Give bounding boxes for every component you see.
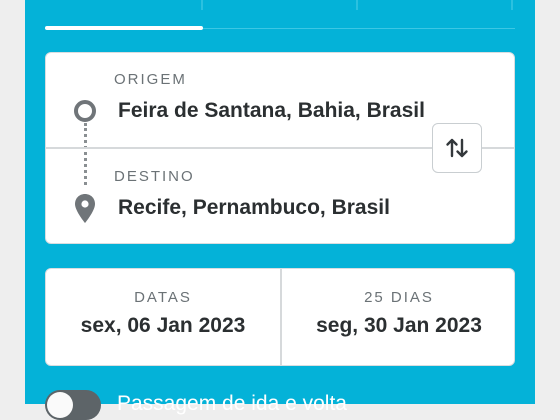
route-card: ORIGEM Feira de Santana, Bahia, Brasil D… <box>45 52 515 244</box>
circle-icon <box>74 100 96 122</box>
destination-field[interactable]: Recife, Pernambuco, Brasil <box>118 196 390 220</box>
tab-bar <box>45 0 515 30</box>
return-date-value: seg, 30 Jan 2023 <box>316 314 482 337</box>
depart-date-label: DATAS <box>134 289 192 306</box>
origin-label: ORIGEM <box>114 71 187 88</box>
swap-button[interactable] <box>432 123 482 173</box>
trip-duration-label: 25 DIAS <box>364 289 434 306</box>
route-dotted-line <box>84 123 87 185</box>
search-panel: ORIGEM Feira de Santana, Bahia, Brasil D… <box>25 0 535 420</box>
active-tab-indicator[interactable] <box>45 26 203 30</box>
depart-date-value: sex, 06 Jan 2023 <box>80 314 246 337</box>
swap-vertical-icon <box>446 138 468 158</box>
toggle-knob <box>47 392 73 418</box>
destination-label: DESTINO <box>114 168 195 185</box>
round-trip-toggle[interactable] <box>45 390 101 420</box>
tab-separator <box>201 0 203 10</box>
return-date-field[interactable]: 25 DIAS seg, 30 Jan 2023 <box>282 269 516 365</box>
dates-card: DATAS sex, 06 Jan 2023 25 DIAS seg, 30 J… <box>45 268 515 366</box>
tab-separator <box>356 0 358 10</box>
round-trip-label: Passagem de ida e volta <box>117 392 347 415</box>
map-pin-icon <box>75 194 95 223</box>
origin-field[interactable]: Feira de Santana, Bahia, Brasil <box>118 99 425 123</box>
tab-separator <box>511 0 513 10</box>
depart-date-field[interactable]: DATAS sex, 06 Jan 2023 <box>46 269 280 365</box>
